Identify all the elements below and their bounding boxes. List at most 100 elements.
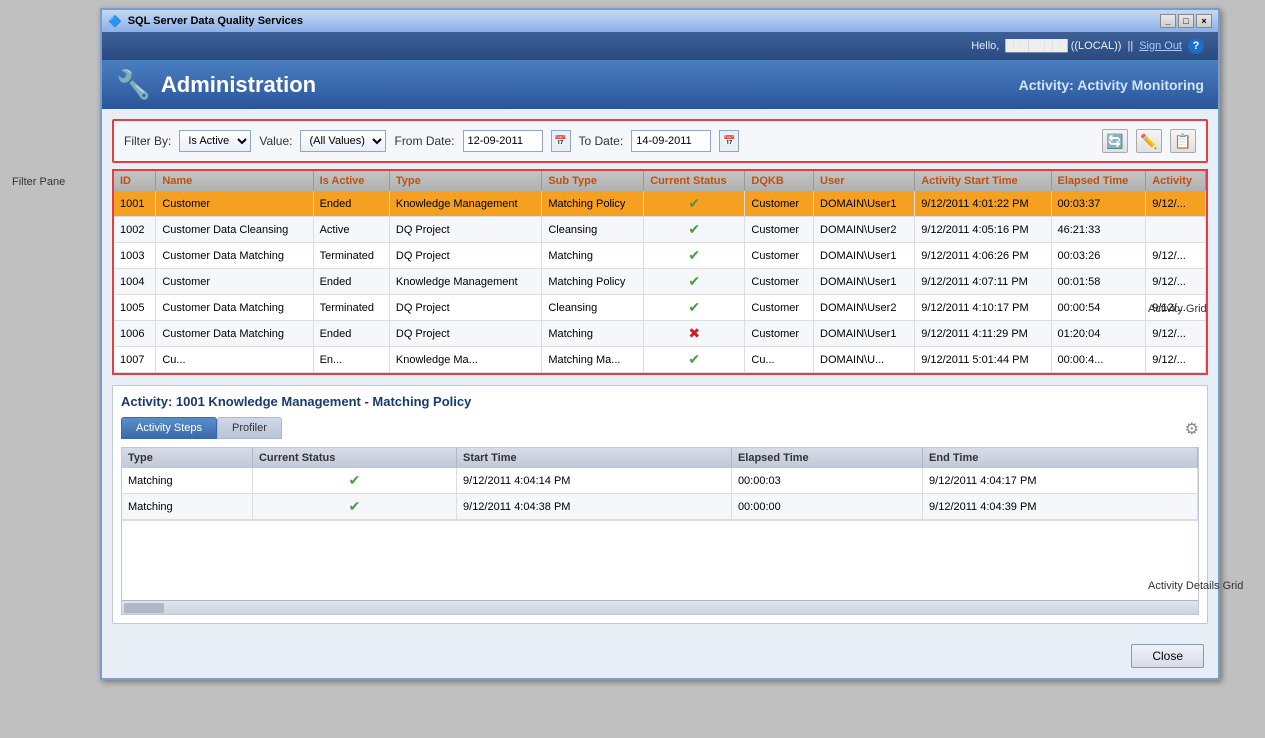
edit-button[interactable]: ✏️ [1136,129,1162,153]
cell-starttime: 9/12/2011 4:01:22 PM [915,191,1051,217]
activity-details-section: Activity: 1001 Knowledge Management - Ma… [112,385,1208,624]
separator: || [1127,40,1133,52]
close-window-button[interactable]: × [1196,14,1212,28]
cell-name: Customer Data Matching [156,321,313,347]
cell-elapsed: 00:01:58 [1051,269,1146,295]
window-title: SQL Server Data Quality Services [128,15,303,27]
detail-col-type: Type [122,448,252,468]
settings-gear-icon[interactable]: ⚙ [1185,419,1199,439]
cell-dqkb: Customer [745,295,814,321]
cell-status: ✔ [644,217,745,243]
table-row[interactable]: 1003 Customer Data Matching Terminated D… [114,243,1206,269]
detail-cell-type: Matching [122,494,252,520]
detail-cell-type: Matching [122,468,252,494]
cell-isactive: Ended [313,321,389,347]
filter-by-select[interactable]: Is Active [179,130,251,152]
cell-id: 1003 [114,243,156,269]
value-select[interactable]: (All Values) [300,130,386,152]
tab-profiler[interactable]: Profiler [217,417,282,439]
maximize-button[interactable]: □ [1178,14,1194,28]
col-user: User [814,171,915,191]
cell-subtype: Matching Policy [542,269,644,295]
col-name: Name [156,171,313,191]
minimize-button[interactable]: _ [1160,14,1176,28]
cell-user: DOMAIN\U... [814,347,915,373]
cell-isactive: Terminated [313,295,389,321]
cell-user: DOMAIN\User1 [814,321,915,347]
cell-subtype: Matching Ma... [542,347,644,373]
cell-name: Customer [156,191,313,217]
help-icon[interactable]: ? [1188,38,1204,54]
cell-isactive: Ended [313,191,389,217]
cell-elapsed: 01:20:04 [1051,321,1146,347]
cell-dqkb: Customer [745,191,814,217]
cell-starttime: 9/12/2011 4:07:11 PM [915,269,1051,295]
table-row[interactable]: 1005 Customer Data Matching Terminated D… [114,295,1206,321]
cell-name: Cu... [156,347,313,373]
detail-status-check-icon: ✔ [349,472,361,488]
activity-grid-label: Activity Grid [1148,303,1207,315]
table-row[interactable]: 1004 Customer Ended Knowledge Management… [114,269,1206,295]
table-row[interactable]: 1001 Customer Ended Knowledge Management… [114,191,1206,217]
table-row[interactable]: 1006 Customer Data Matching Ended DQ Pro… [114,321,1206,347]
hello-text: Hello, [971,40,999,52]
cell-activity: 9/12/... [1146,243,1206,269]
cell-elapsed: 00:00:54 [1051,295,1146,321]
cell-subtype: Cleansing [542,295,644,321]
cell-elapsed: 00:00:4... [1051,347,1146,373]
col-type: Type [389,171,541,191]
status-check-icon: ✔ [688,299,700,315]
cell-elapsed: 46:21:33 [1051,217,1146,243]
col-elapsed: Elapsed Time [1051,171,1146,191]
cell-user: DOMAIN\User1 [814,191,915,217]
col-dqkb: DQKB [745,171,814,191]
cell-dqkb: Cu... [745,347,814,373]
table-row[interactable]: 1007 Cu... En... Knowledge Ma... Matchin… [114,347,1206,373]
cell-elapsed: 00:03:37 [1051,191,1146,217]
from-date-calendar-button[interactable]: 📅 [551,130,571,152]
signout-link[interactable]: Sign Out [1139,40,1182,52]
cell-user: DOMAIN\User1 [814,243,915,269]
detail-table-row[interactable]: Matching ✔ 9/12/2011 4:04:38 PM 00:00:00… [122,494,1198,520]
header-subtitle: Activity: Activity Monitoring [1019,77,1204,93]
cell-type: Knowledge Ma... [389,347,541,373]
export-button[interactable]: 📋 [1170,129,1196,153]
col-id: ID [114,171,156,191]
cell-starttime: 9/12/2011 5:01:44 PM [915,347,1051,373]
activity-details-title: Activity: 1001 Knowledge Management - Ma… [121,394,1199,409]
cell-subtype: Cleansing [542,217,644,243]
cell-type: Knowledge Management [389,269,541,295]
details-scrollbar[interactable] [122,600,1198,614]
detail-cell-elapsed: 00:00:00 [731,494,922,520]
cell-activity: 9/12/... [1146,269,1206,295]
activity-details-grid-label: Activity Details Grid [1148,580,1243,592]
cell-user: DOMAIN\User1 [814,269,915,295]
detail-table-row[interactable]: Matching ✔ 9/12/2011 4:04:14 PM 00:00:03… [122,468,1198,494]
cell-dqkb: Customer [745,217,814,243]
close-button[interactable]: Close [1131,644,1204,668]
cell-status: ✔ [644,243,745,269]
details-header-row: Type Current Status Start Time Elapsed T… [122,448,1198,468]
col-starttime: Activity Start Time [915,171,1051,191]
table-row[interactable]: 1002 Customer Data Cleansing Active DQ P… [114,217,1206,243]
cell-starttime: 9/12/2011 4:10:17 PM [915,295,1051,321]
detail-cell-status: ✔ [252,494,456,520]
detail-cell-starttime: 9/12/2011 4:04:14 PM [457,468,732,494]
value-label: Value: [259,134,292,148]
scroll-thumb[interactable] [124,603,164,613]
from-date-input[interactable] [463,130,543,152]
cell-type: DQ Project [389,243,541,269]
cell-dqkb: Customer [745,321,814,347]
grid-header-row: ID Name Is Active Type Sub Type Current … [114,171,1206,191]
cell-activity [1146,217,1206,243]
header: 🔧 Administration Activity: Activity Moni… [102,60,1218,109]
cell-status: ✔ [644,347,745,373]
to-date-calendar-button[interactable]: 📅 [719,130,739,152]
cell-status: ✖ [644,321,745,347]
status-x-icon: ✖ [688,325,700,341]
tab-activity-steps[interactable]: Activity Steps [121,417,217,439]
to-date-input[interactable] [631,130,711,152]
cell-id: 1007 [114,347,156,373]
refresh-button[interactable]: 🔄 [1102,129,1128,153]
status-check-icon: ✔ [688,221,700,237]
